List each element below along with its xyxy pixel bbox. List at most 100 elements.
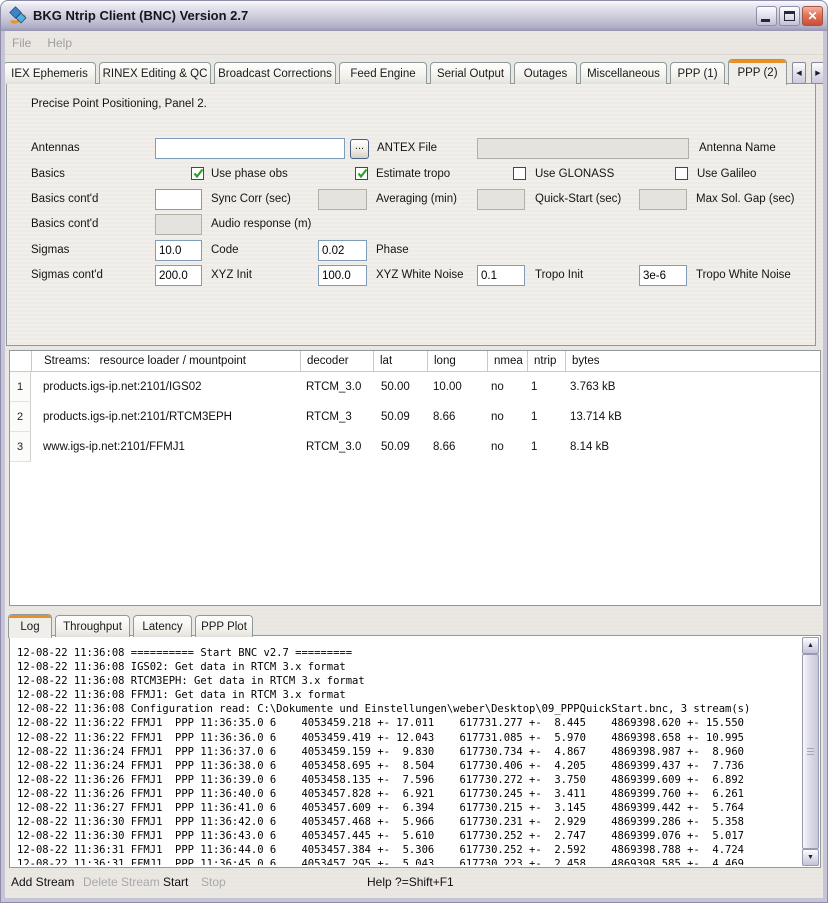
add-stream-button[interactable]: Add Stream [11, 875, 74, 889]
browse-button[interactable]: ... [350, 139, 369, 159]
tab-ppp-1[interactable]: PPP (1) [670, 62, 725, 84]
bottom-tabbar: Log Throughput Latency PPP Plot [8, 613, 253, 637]
averaging-input [318, 189, 367, 210]
log-line: 12-08-22 11:36:08 FFMJ1: Get data in RTC… [17, 688, 800, 702]
col-header-bytes[interactable]: bytes [565, 351, 820, 371]
audio-response-input [155, 214, 202, 235]
log-line: 12-08-22 11:36:26 FFMJ1 PPP 11:36:40.0 6… [17, 787, 800, 801]
menu-file[interactable]: File [12, 36, 31, 50]
tab-latency[interactable]: Latency [133, 615, 192, 637]
estimate-tropo-label: Estimate tropo [376, 168, 450, 180]
table-row[interactable]: 2 products.igs-ip.net:2101/RTCM3EPH RTCM… [10, 402, 820, 432]
cell-lat: 50.09 [373, 402, 427, 432]
close-icon[interactable]: ✕ [802, 6, 823, 26]
log-line: 12-08-22 11:36:08 RTCM3EPH: Get data in … [17, 674, 800, 688]
tab-scroll-right-icon[interactable]: ▶ [811, 62, 823, 84]
tropo-init-input[interactable] [477, 265, 525, 286]
table-row[interactable]: 1 products.igs-ip.net:2101/IGS02 RTCM_3.… [10, 372, 820, 402]
estimate-tropo-checkbox[interactable] [355, 167, 368, 180]
tab-rinex-ephemeris[interactable]: IEX Ephemeris [5, 62, 96, 84]
tab-ppp-plot[interactable]: PPP Plot [195, 615, 253, 637]
streams-table-header: Streams: resource loader / mountpoint de… [10, 351, 820, 372]
ppp2-panel: Precise Point Positioning, Panel 2. Ante… [6, 83, 816, 346]
cell-lat: 50.00 [373, 372, 427, 402]
top-tabbar: IEX Ephemeris RINEX Editing & QC Broadca… [5, 58, 823, 84]
cell-ntrip: 1 [527, 372, 565, 402]
titlebar[interactable]: BKG Ntrip Client (BNC) Version 2.7 ✕ [1, 1, 827, 31]
basics-contd2-label: Basics cont'd [31, 218, 98, 230]
log-line: 12-08-22 11:36:08 ========== Start BNC v… [17, 646, 800, 660]
minimize-icon[interactable] [756, 6, 777, 26]
audio-response-label: Audio response (m) [211, 218, 311, 230]
tab-rinex-editing-qc[interactable]: RINEX Editing & QC [99, 62, 211, 84]
col-header-long[interactable]: long [427, 351, 487, 371]
col-header-decoder[interactable]: decoder [300, 351, 373, 371]
sigma-code-label: Code [211, 244, 239, 256]
tab-throughput[interactable]: Throughput [55, 615, 130, 637]
log-line: 12-08-22 11:36:26 FFMJ1 PPP 11:36:39.0 6… [17, 773, 800, 787]
col-header-lat[interactable]: lat [373, 351, 427, 371]
row-number: 3 [10, 432, 31, 462]
tropo-white-noise-input[interactable] [639, 265, 687, 286]
xyz-init-input[interactable] [155, 265, 202, 286]
basics-label: Basics [31, 168, 65, 180]
antennas-label: Antennas [31, 142, 80, 154]
sync-corr-input[interactable] [155, 189, 202, 210]
streams-table: Streams: resource loader / mountpoint de… [9, 350, 821, 606]
tropo-init-label: Tropo Init [535, 269, 583, 281]
sigma-phase-label: Phase [376, 244, 409, 256]
window-title: BKG Ntrip Client (BNC) Version 2.7 [33, 8, 248, 23]
use-phase-obs-checkbox[interactable] [191, 167, 204, 180]
cell-long: 10.00 [427, 372, 487, 402]
log-scrollbar[interactable]: ▲ ▼ [802, 637, 819, 866]
help-button[interactable]: Help ?=Shift+F1 [367, 875, 454, 889]
tab-miscellaneous[interactable]: Miscellaneous [580, 62, 667, 84]
tab-outages[interactable]: Outages [514, 62, 577, 84]
scroll-up-icon[interactable]: ▲ [802, 637, 819, 654]
log-line: 12-08-22 11:36:27 FFMJ1 PPP 11:36:41.0 6… [17, 801, 800, 815]
cell-nmea: no [487, 372, 527, 402]
maximize-icon[interactable] [779, 6, 800, 26]
menubar: File Help [5, 31, 823, 55]
col-header-mountpoint[interactable]: Streams: resource loader / mountpoint [31, 351, 300, 371]
use-galileo-checkbox[interactable] [675, 167, 688, 180]
basics-contd-label: Basics cont'd [31, 193, 98, 205]
averaging-label: Averaging (min) [376, 193, 457, 205]
check-icon [356, 167, 369, 180]
col-header-ntrip[interactable]: ntrip [527, 351, 565, 371]
delete-stream-button: Delete Stream [83, 875, 160, 889]
row-number: 1 [10, 372, 31, 402]
scrollbar-thumb[interactable] [802, 654, 819, 849]
tab-feed-engine[interactable]: Feed Engine [339, 62, 427, 84]
cell-mountpoint: products.igs-ip.net:2101/IGS02 [31, 372, 300, 402]
col-header-nmea[interactable]: nmea [487, 351, 527, 371]
scroll-down-icon[interactable]: ▼ [802, 849, 819, 866]
start-button[interactable]: Start [163, 875, 188, 889]
cell-bytes: 8.14 kB [565, 432, 820, 462]
table-row[interactable]: 3 www.igs-ip.net:2101/FFMJ1 RTCM_3.0 50.… [10, 432, 820, 462]
cell-bytes: 3.763 kB [565, 372, 820, 402]
client-area: File Help IEX Ephemeris RINEX Editing & … [5, 31, 823, 898]
use-glonass-label: Use GLONASS [535, 168, 614, 180]
cell-nmea: no [487, 402, 527, 432]
tab-serial-output[interactable]: Serial Output [430, 62, 511, 84]
antenna-name-label: Antenna Name [699, 142, 776, 154]
app-window: BKG Ntrip Client (BNC) Version 2.7 ✕ Fil… [0, 0, 828, 903]
xyz-init-label: XYZ Init [211, 269, 252, 281]
log-area: 12-08-22 11:36:08 ========== Start BNC v… [9, 635, 821, 868]
log-text: 12-08-22 11:36:08 ========== Start BNC v… [12, 638, 800, 865]
tab-scroll-left-icon[interactable]: ◀ [792, 62, 806, 84]
menu-help[interactable]: Help [47, 36, 72, 50]
tab-ppp-2[interactable]: PPP (2) [728, 59, 787, 85]
sigma-phase-input[interactable] [318, 240, 367, 261]
xyz-white-noise-input[interactable] [318, 265, 367, 286]
log-line: 12-08-22 11:36:22 FFMJ1 PPP 11:36:35.0 6… [17, 716, 800, 730]
cell-decoder: RTCM_3 [300, 402, 373, 432]
cell-bytes: 13.714 kB [565, 402, 820, 432]
tab-log[interactable]: Log [8, 614, 52, 638]
use-glonass-checkbox[interactable] [513, 167, 526, 180]
antennas-input[interactable] [155, 138, 345, 159]
tab-broadcast-corrections[interactable]: Broadcast Corrections [214, 62, 336, 84]
log-line: 12-08-22 11:36:31 FFMJ1 PPP 11:36:45.0 6… [17, 857, 800, 865]
sigma-code-input[interactable] [155, 240, 202, 261]
